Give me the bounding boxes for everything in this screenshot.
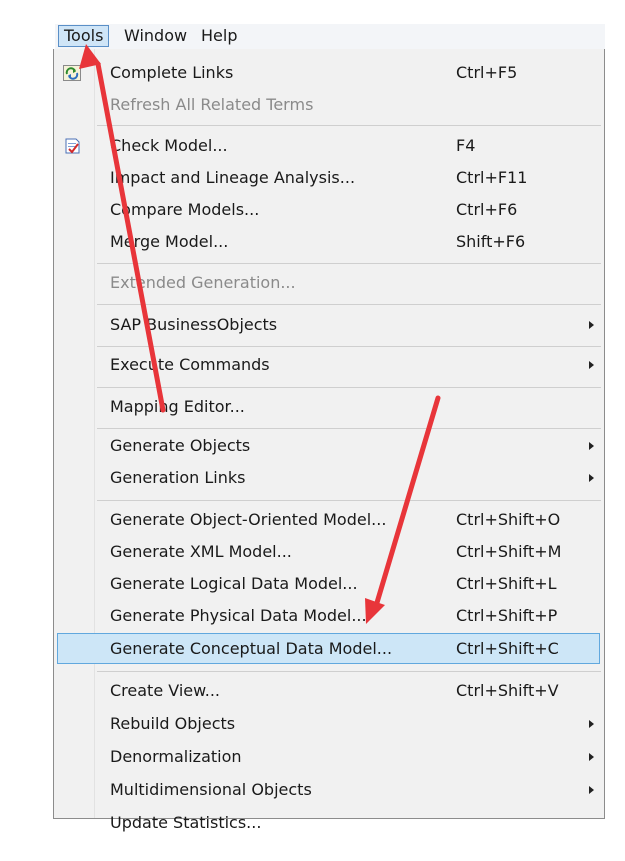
menu-item-label: Denormalization <box>110 747 242 766</box>
menu-item-label: Merge Model... <box>110 232 229 251</box>
tools-dropdown-menu: Complete Links Ctrl+F5 Refresh All Relat… <box>53 49 605 832</box>
menu-item-label: Generate XML Model... <box>110 542 292 561</box>
menu-item-label: Multidimensional Objects <box>110 780 312 799</box>
menu-item-sap-businessobjects[interactable]: SAP BusinessObjects <box>54 309 604 341</box>
submenu-arrow-icon <box>589 361 594 369</box>
menu-item-create-view[interactable]: Create View... Ctrl+Shift+V <box>54 675 604 707</box>
submenu-arrow-icon <box>589 720 594 728</box>
menu-item-generate-object-oriented-model[interactable]: Generate Object-Oriented Model... Ctrl+S… <box>54 504 604 536</box>
menu-item-shortcut: Ctrl+Shift+L <box>456 574 557 593</box>
menu-item-complete-links[interactable]: Complete Links Ctrl+F5 <box>54 57 604 89</box>
menu-item-mapping-editor[interactable]: Mapping Editor... <box>54 391 604 423</box>
menu-item-compare-models[interactable]: Compare Models... Ctrl+F6 <box>54 194 604 226</box>
menu-item-label: Impact and Lineage Analysis... <box>110 168 356 187</box>
menu-separator <box>97 304 601 305</box>
menu-item-denormalization[interactable]: Denormalization <box>54 741 604 773</box>
menu-item-label: Check Model... <box>110 136 228 155</box>
menu-item-shortcut: Ctrl+Shift+C <box>456 639 559 658</box>
menu-item-rebuild-objects[interactable]: Rebuild Objects <box>54 708 604 740</box>
menu-separator <box>97 346 601 347</box>
menu-item-merge-model[interactable]: Merge Model... Shift+F6 <box>54 226 604 258</box>
menu-item-label: Compare Models... <box>110 200 260 219</box>
menu-separator <box>97 263 601 264</box>
menu-separator <box>97 125 601 126</box>
menu-bar: Tools Window Help <box>55 24 605 50</box>
menu-item-shortcut: Ctrl+F5 <box>456 63 518 82</box>
menu-item-shortcut: Shift+F6 <box>456 232 526 251</box>
menu-item-label: Create View... <box>110 681 221 700</box>
menu-item-generate-logical-data-model[interactable]: Generate Logical Data Model... Ctrl+Shif… <box>54 568 604 600</box>
submenu-arrow-icon <box>589 753 594 761</box>
menu-window[interactable]: Window <box>119 26 192 46</box>
menu-item-label: Generate Objects <box>110 436 251 455</box>
check-model-icon <box>63 138 81 154</box>
menu-item-update-statistics[interactable]: Update Statistics... <box>54 807 604 839</box>
menu-tools[interactable]: Tools <box>58 25 110 47</box>
menu-item-label: Generate Physical Data Model... <box>110 606 367 625</box>
submenu-arrow-icon <box>589 786 594 794</box>
submenu-arrow-icon <box>589 321 594 329</box>
menu-item-label: Generate Object-Oriented Model... <box>110 510 387 529</box>
submenu-arrow-icon <box>589 442 594 450</box>
menu-separator <box>97 428 601 429</box>
menu-item-label: Complete Links <box>110 63 234 82</box>
menu-item-generate-xml-model[interactable]: Generate XML Model... Ctrl+Shift+M <box>54 536 604 568</box>
menu-item-shortcut: Ctrl+Shift+O <box>456 510 561 529</box>
menu-item-label: Generate Logical Data Model... <box>110 574 358 593</box>
submenu-arrow-icon <box>589 474 594 482</box>
menu-item-label: Refresh All Related Terms <box>110 95 314 114</box>
menu-item-shortcut: Ctrl+Shift+M <box>456 542 562 561</box>
menu-item-label: Update Statistics... <box>110 813 262 832</box>
menu-separator <box>97 500 601 501</box>
menu-item-generate-conceptual-data-model[interactable]: Generate Conceptual Data Model... Ctrl+S… <box>54 633 604 665</box>
menu-help[interactable]: Help <box>196 26 242 46</box>
menu-item-shortcut: F4 <box>456 136 476 155</box>
menu-item-generation-links[interactable]: Generation Links <box>54 462 604 494</box>
menu-item-label: SAP BusinessObjects <box>110 315 278 334</box>
menu-item-extended-generation[interactable]: Extended Generation... <box>54 267 604 299</box>
menu-item-generate-objects[interactable]: Generate Objects <box>54 430 604 462</box>
menu-item-shortcut: Ctrl+Shift+P <box>456 606 558 625</box>
menu-separator <box>97 671 601 672</box>
menu-item-label: Generation Links <box>110 468 246 487</box>
menu-item-execute-commands[interactable]: Execute Commands <box>54 349 604 381</box>
menu-item-label: Execute Commands <box>110 355 270 374</box>
menu-item-impact-lineage-analysis[interactable]: Impact and Lineage Analysis... Ctrl+F11 <box>54 162 604 194</box>
menu-item-generate-physical-data-model[interactable]: Generate Physical Data Model... Ctrl+Shi… <box>54 600 604 632</box>
menu-separator <box>97 387 601 388</box>
menu-item-label: Generate Conceptual Data Model... <box>110 639 393 658</box>
menu-item-label: Extended Generation... <box>110 273 296 292</box>
menu-item-shortcut: Ctrl+F11 <box>456 168 528 187</box>
menu-item-check-model[interactable]: Check Model... F4 <box>54 130 604 162</box>
menu-item-shortcut: Ctrl+F6 <box>456 200 518 219</box>
menu-item-label: Rebuild Objects <box>110 714 236 733</box>
menu-item-shortcut: Ctrl+Shift+V <box>456 681 559 700</box>
menu-item-refresh-all-related-terms[interactable]: Refresh All Related Terms <box>54 89 604 121</box>
complete-links-icon <box>63 65 81 81</box>
menu-item-multidimensional-objects[interactable]: Multidimensional Objects <box>54 774 604 806</box>
menu-item-label: Mapping Editor... <box>110 397 245 416</box>
